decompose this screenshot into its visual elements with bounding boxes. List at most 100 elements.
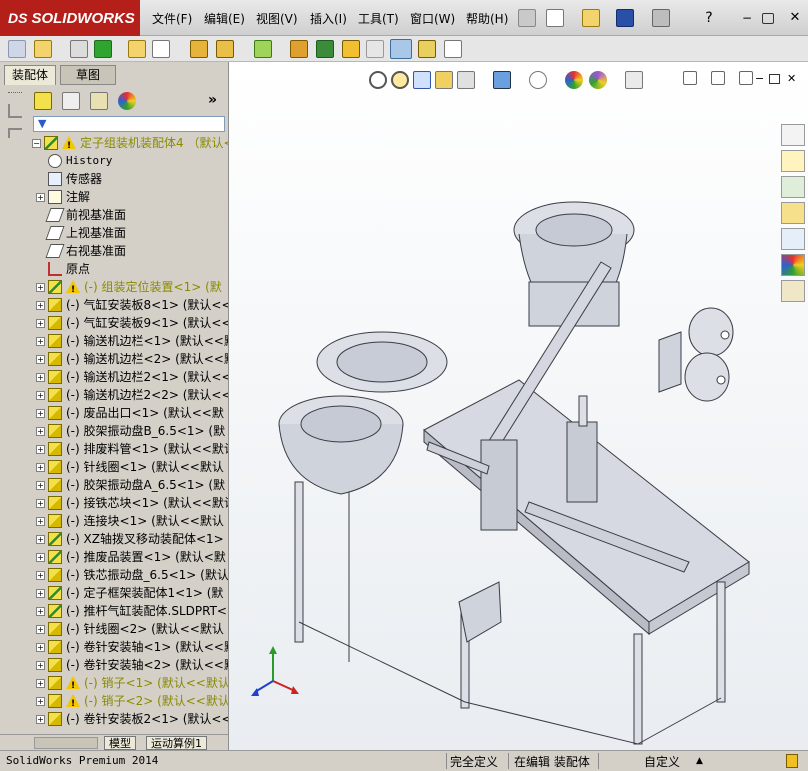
interference-detection-icon[interactable] [390, 39, 412, 59]
menu-file[interactable]: 文件(F) [152, 10, 192, 27]
display-manager-icon[interactable] [8, 128, 22, 138]
expand-toggle-icon[interactable]: + [36, 445, 45, 454]
tree-item[interactable]: + 注解 [30, 188, 228, 206]
tree-item[interactable]: 原点 [30, 260, 228, 278]
expand-toggle-icon[interactable]: + [36, 391, 45, 400]
tree-item[interactable]: + (-) 接铁芯块<1> (默认<<默认 [30, 494, 228, 512]
assembly-features-icon[interactable] [216, 40, 234, 58]
move-component-icon[interactable] [152, 40, 170, 58]
save-icon[interactable] [616, 9, 634, 27]
smart-fasteners-icon[interactable] [128, 40, 146, 58]
help-icon[interactable]: ? [700, 9, 718, 27]
tab-assembly[interactable]: 装配体 [4, 65, 56, 85]
status-units[interactable]: 自定义 [644, 753, 680, 770]
tree-item[interactable]: + (-) 推废品装置<1> (默认<默 [30, 548, 228, 566]
tree-item[interactable]: + (-) XZ轴拨叉移动装配体<1> [30, 530, 228, 548]
menu-insert[interactable]: 插入(I) [310, 10, 347, 27]
tree-item[interactable]: + (-) 卷针安装轴<1> (默认<<默 [30, 638, 228, 656]
expand-toggle-icon[interactable]: + [36, 715, 45, 724]
reference-geometry-icon[interactable] [254, 40, 272, 58]
tree-item[interactable]: + (-) 针线圈<2> (默认<<默认 [30, 620, 228, 638]
assembly-model-view[interactable] [229, 62, 808, 750]
dimxpert-icon[interactable] [8, 104, 22, 118]
tab-motion-study[interactable]: 运动算例1 [146, 736, 207, 750]
tree-root-assembly[interactable]: − 定子组装机装配体4 （默认<默 [30, 134, 228, 155]
instant3d-icon[interactable] [418, 40, 436, 58]
tree-item[interactable]: + (-) 胶架振动盘B_6.5<1> (默 [30, 422, 228, 440]
tree-item[interactable]: History [30, 152, 228, 170]
units-caret-icon[interactable]: ▲ [696, 756, 703, 766]
tab-scroll-arrows[interactable] [34, 737, 98, 749]
tab-model[interactable]: 模型 [104, 736, 136, 750]
configuration-manager-icon[interactable] [90, 92, 108, 110]
pin-icon[interactable] [518, 9, 536, 27]
insert-component-icon[interactable] [34, 40, 52, 58]
tree-item[interactable]: + (-) 组装定位装置<1> (默 [30, 278, 228, 299]
tab-sketch[interactable]: 草图 [60, 65, 116, 85]
tree-item[interactable]: 传感器 [30, 170, 228, 188]
display-manager-tab-icon[interactable] [118, 92, 136, 110]
expand-toggle-icon[interactable]: + [36, 463, 45, 472]
expand-toggle-icon[interactable]: + [36, 571, 45, 580]
expand-toggle-icon[interactable]: + [36, 301, 45, 310]
expand-toggle-icon[interactable]: + [36, 283, 45, 292]
graphics-area[interactable]: − ✕ [228, 62, 808, 750]
menu-help[interactable]: 帮助(H) [466, 10, 508, 27]
speedpak-icon[interactable] [444, 40, 462, 58]
tree-item[interactable]: + (-) 定子框架装配体1<1> (默 [30, 584, 228, 602]
tree-item[interactable]: + (-) 连接块<1> (默认<<默认 [30, 512, 228, 530]
expand-toggle-icon[interactable]: + [36, 535, 45, 544]
open-icon[interactable] [582, 9, 600, 27]
expand-toggle-icon[interactable]: + [36, 589, 45, 598]
linear-pattern-icon[interactable] [94, 40, 112, 58]
expand-toggle-icon[interactable]: + [36, 427, 45, 436]
show-hidden-icon[interactable] [190, 40, 208, 58]
expand-toggle-icon[interactable]: + [36, 697, 45, 706]
expand-toggle-icon[interactable]: + [36, 625, 45, 634]
feature-manager-tree-icon[interactable] [34, 92, 52, 110]
tree-item[interactable]: + (-) 输送机边栏<2> (默认<<默 [30, 350, 228, 368]
restore-icon[interactable] [762, 13, 774, 24]
expand-toggle-icon[interactable]: + [36, 679, 45, 688]
expand-toggle-icon[interactable]: + [36, 481, 45, 490]
expand-toggle-icon[interactable]: + [36, 499, 45, 508]
menu-window[interactable]: 窗口(W) [410, 10, 455, 27]
expand-toggle-icon[interactable]: + [36, 355, 45, 364]
tree-item[interactable]: + (-) 销子<1> (默认<<默认> [30, 674, 228, 695]
tree-item[interactable]: + (-) 卷针安装轴<2> (默认<<默 [30, 656, 228, 674]
tree-item[interactable]: + (-) 卷针安装板2<1> (默认<< [30, 710, 228, 728]
expand-toggle-icon[interactable]: + [36, 319, 45, 328]
new-document-icon[interactable] [546, 9, 564, 27]
exploded-view-icon[interactable] [342, 40, 360, 58]
tree-item[interactable]: + (-) 针线圈<1> (默认<<默认 [30, 458, 228, 476]
tree-item[interactable]: + (-) 输送机边栏2<2> (默认<< [30, 386, 228, 404]
filter-input[interactable]: ▼ [33, 116, 225, 132]
close-icon[interactable]: ✕ [786, 9, 804, 27]
bill-of-materials-icon[interactable] [316, 40, 334, 58]
tree-item[interactable]: + (-) 输送机边栏2<1> (默认<< [30, 368, 228, 386]
tree-item[interactable]: + (-) 输送机边栏<1> (默认<<默 [30, 332, 228, 350]
expand-toggle-icon[interactable]: + [36, 373, 45, 382]
print-icon[interactable] [652, 9, 670, 27]
expand-toggle-icon[interactable]: + [36, 661, 45, 670]
property-manager-icon[interactable] [62, 92, 80, 110]
expand-panel-icon[interactable]: » [208, 92, 217, 108]
expand-toggle-icon[interactable]: − [32, 139, 41, 148]
new-motion-study-icon[interactable] [290, 40, 308, 58]
expand-toggle-icon[interactable]: + [36, 517, 45, 526]
tree-item[interactable]: + (-) 胶架振动盘A_6.5<1> (默 [30, 476, 228, 494]
mate-icon[interactable] [70, 40, 88, 58]
expand-toggle-icon[interactable]: + [36, 337, 45, 346]
tree-item[interactable]: + (-) 气缸安装板9<1> (默认<< [30, 314, 228, 332]
tree-item[interactable]: + (-) 推杆气缸装配体.SLDPRT< [30, 602, 228, 620]
expand-toggle-icon[interactable]: + [36, 553, 45, 562]
component-icon[interactable] [8, 40, 26, 58]
tree-item[interactable]: + (-) 气缸安装板8<1> (默认<< [30, 296, 228, 314]
solidworks-logo[interactable]: DS SOLIDWORKS [0, 0, 140, 36]
tree-item[interactable]: + (-) 销子<2> (默认<<默认> [30, 692, 228, 713]
expand-toggle-icon[interactable]: + [36, 607, 45, 616]
tree-item[interactable]: 右视基准面 [30, 242, 228, 260]
tree-item[interactable]: + (-) 排废料管<1> (默认<<默认 [30, 440, 228, 458]
menu-view[interactable]: 视图(V) [256, 10, 298, 27]
tree-item[interactable]: 上视基准面 [30, 224, 228, 242]
